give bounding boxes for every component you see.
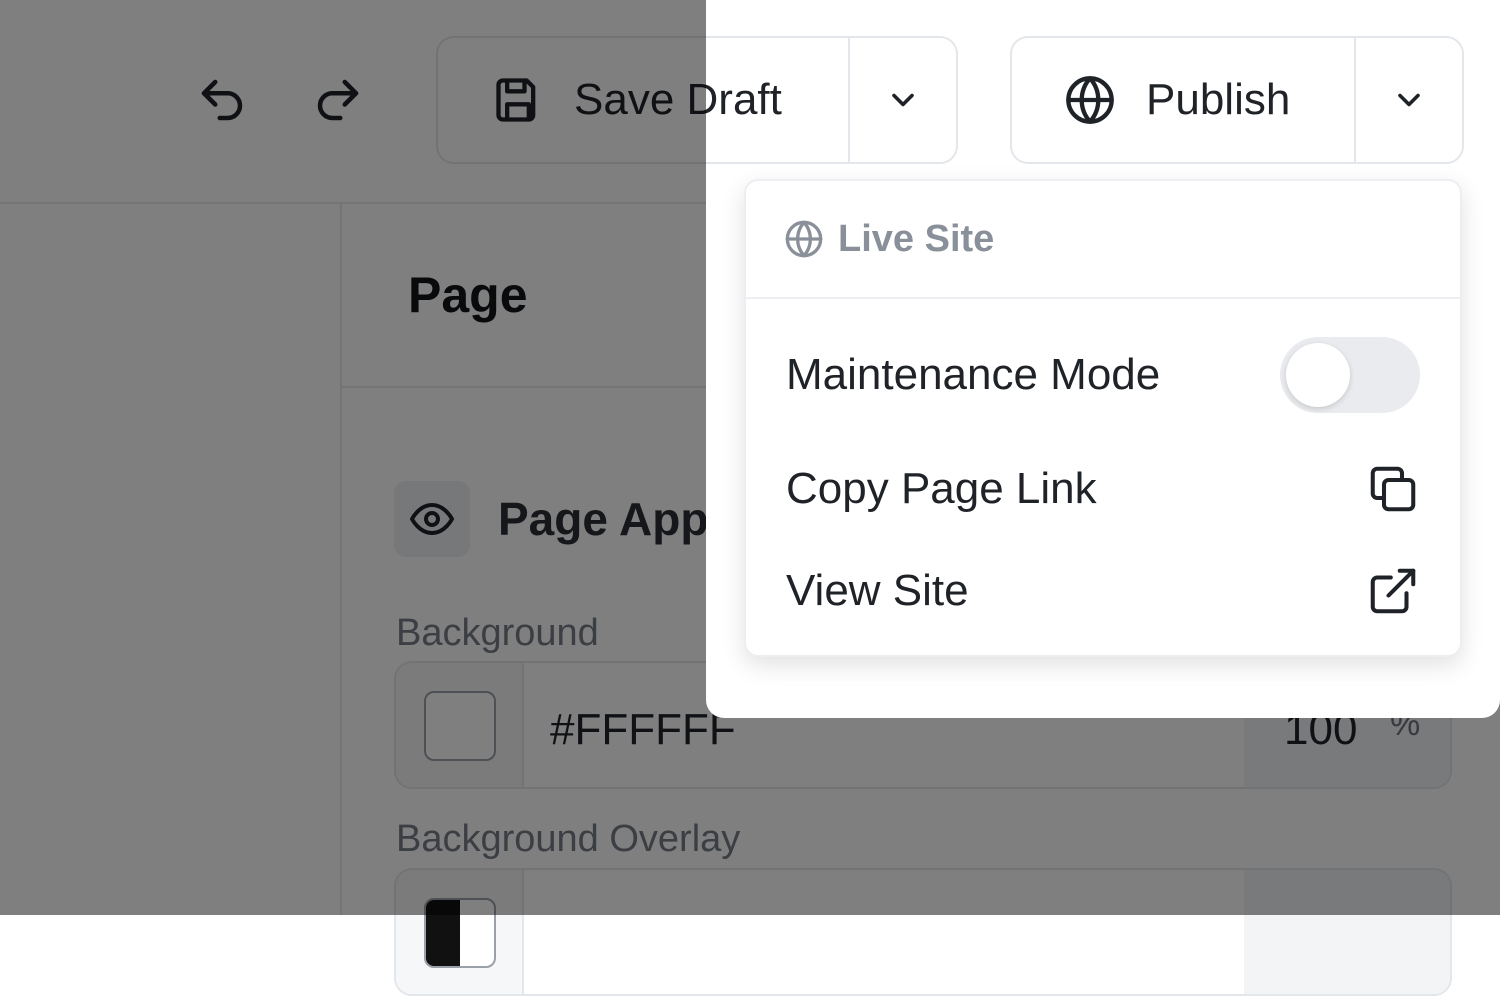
publish-dropdown-menu: Live Site Maintenance Mode Copy Page Lin…	[744, 179, 1462, 657]
maintenance-mode-toggle[interactable]	[1280, 337, 1420, 413]
menu-item-label: Maintenance Mode	[786, 350, 1161, 399]
external-link-icon	[1366, 564, 1420, 618]
publish-button[interactable]: Publish	[1012, 38, 1356, 162]
globe-icon	[1066, 76, 1114, 124]
background-overlay-color-field[interactable]	[394, 868, 1452, 996]
publish-split-button: Publish	[1010, 36, 1464, 164]
menu-item-maintenance-mode[interactable]: Maintenance Mode	[746, 325, 1460, 425]
background-overlay-swatch-cell[interactable]	[396, 870, 524, 994]
menu-item-label: View Site	[786, 566, 969, 615]
spotlight-content: Save Draft Publish	[706, 0, 1500, 718]
background-overlay-swatch[interactable]	[424, 898, 496, 968]
undo-icon	[201, 79, 243, 121]
menu-item-copy-page-link[interactable]: Copy Page Link	[746, 439, 1460, 539]
menu-header: Live Site	[746, 181, 1460, 299]
section-icon-box	[394, 481, 470, 557]
copy-icon	[1366, 462, 1420, 516]
redo-icon	[317, 79, 359, 121]
redo-button[interactable]	[308, 70, 368, 130]
save-draft-split-button-highlight: Save Draft	[706, 36, 958, 164]
background-overlay-label: Background Overlay	[396, 818, 741, 860]
save-draft-button-highlight[interactable]: Save Draft	[706, 38, 850, 162]
undo-button[interactable]	[192, 70, 252, 130]
chevron-down-icon	[892, 93, 914, 107]
save-draft-options-button-highlight[interactable]	[850, 38, 956, 162]
toggle-knob	[1286, 343, 1350, 407]
page-title: Page	[408, 267, 528, 323]
background-overlay-opacity-cell[interactable]	[1244, 870, 1450, 994]
menu-item-label: Copy Page Link	[786, 464, 1097, 513]
background-swatch[interactable]	[424, 691, 496, 761]
eye-icon	[410, 503, 454, 535]
publish-label: Publish	[1146, 75, 1291, 124]
menu-header-label: Live Site	[838, 217, 995, 260]
save-draft-label: Save Draft	[706, 75, 782, 124]
menu-item-view-site[interactable]: View Site	[746, 541, 1460, 641]
globe-icon	[785, 220, 823, 258]
publish-options-button[interactable]	[1356, 38, 1462, 162]
background-label: Background	[396, 612, 599, 654]
background-swatch-cell[interactable]	[396, 663, 524, 787]
chevron-down-icon	[1398, 93, 1420, 107]
spotlight-region: Save Draft Publish	[706, 0, 1500, 718]
floppy-disk-icon	[496, 78, 536, 122]
